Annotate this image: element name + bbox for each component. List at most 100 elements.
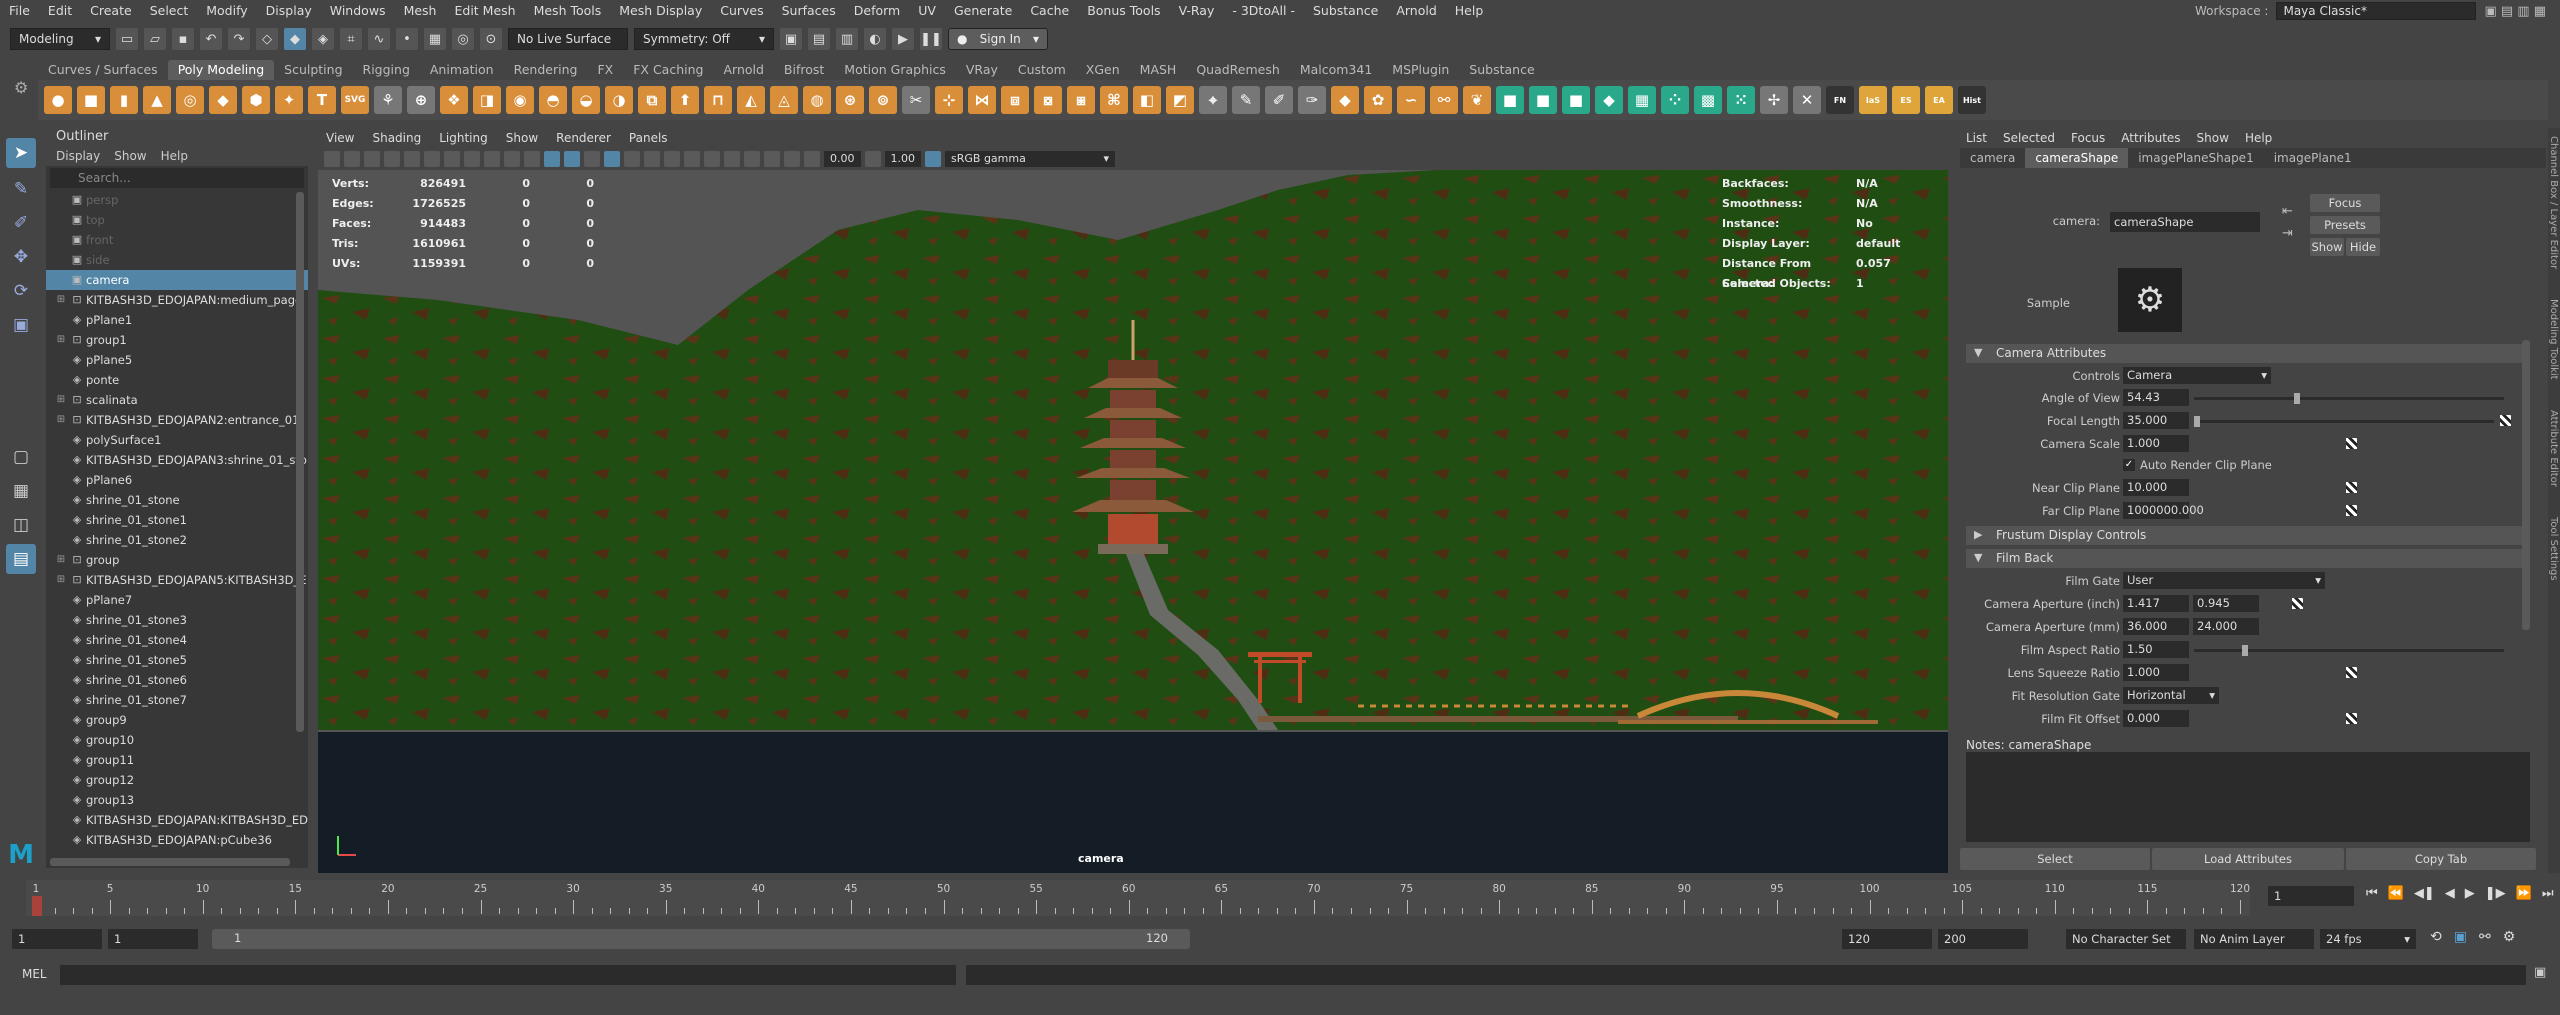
lasso-tool-icon[interactable]: ✎ — [6, 174, 36, 204]
outliner-row[interactable]: ▣ side — [46, 250, 308, 270]
menu-bonus-tools[interactable]: Bonus Tools — [1078, 0, 1169, 22]
film-gate-dropdown[interactable]: User ▾ — [2123, 572, 2325, 589]
play-back-icon[interactable]: ◀ — [2445, 886, 2455, 901]
outliner-row[interactable]: ⊞ ⊡ KITBASH3D_EDOJAPAN5:KITBASH3D_E — [46, 570, 308, 590]
motion-blur-icon[interactable] — [684, 151, 700, 167]
poly-sphere-icon[interactable]: ● — [44, 86, 72, 114]
outliner-row[interactable]: ◈ group9 — [46, 710, 308, 730]
aov-slider-knob[interactable] — [2294, 393, 2300, 404]
frustum-header[interactable]: Frustum Display Controls — [1966, 526, 2526, 545]
map-button-icon[interactable] — [2346, 667, 2357, 678]
collapse-arrow-icon[interactable]: ▼ — [1974, 346, 1982, 359]
bevel-icon[interactable]: ◭ — [737, 86, 765, 114]
aov-slider[interactable] — [2194, 393, 2504, 404]
expand-icon[interactable]: ⊞ — [54, 390, 68, 410]
select-component-icon[interactable]: ◈ — [312, 28, 334, 50]
shelf-tab-vray[interactable]: VRay — [956, 60, 1008, 80]
outliner-menu-show[interactable]: Show — [114, 146, 146, 166]
menu-mesh-display[interactable]: Mesh Display — [610, 0, 711, 22]
shelf-tab-poly-modeling[interactable]: Poly Modeling — [167, 60, 275, 80]
shelf-tab-rigging[interactable]: Rigging — [353, 60, 420, 80]
outliner-row[interactable]: ◈ group11 — [46, 750, 308, 770]
multicut-icon[interactable]: ✂ — [902, 86, 930, 114]
select-object-icon[interactable]: ◆ — [284, 28, 306, 50]
outliner-row[interactable]: ⊞ ⊡ scalinata — [46, 390, 308, 410]
poly-type-icon[interactable]: T — [308, 86, 336, 114]
expand-icon[interactable]: ⊞ — [54, 410, 68, 430]
outliner-row[interactable]: ◈ shrine_01_stone2 — [46, 530, 308, 550]
exposure-field[interactable]: 0.00 — [824, 151, 861, 167]
cross-icon[interactable]: ✕ — [1793, 86, 1821, 114]
isolate-icon[interactable] — [744, 151, 760, 167]
menu-cache[interactable]: Cache — [1021, 0, 1078, 22]
xray-joints-icon[interactable] — [784, 151, 800, 167]
menu-generate[interactable]: Generate — [945, 0, 1021, 22]
outliner-row[interactable]: ▣ camera — [46, 270, 308, 290]
fps-dropdown[interactable]: 24 fps ▾ — [2320, 929, 2416, 949]
aperture-mm-x-field[interactable]: 36.000 — [2123, 618, 2189, 635]
boolean-union-icon[interactable]: ◓ — [539, 86, 567, 114]
film-back-header[interactable]: Film Back — [1966, 549, 2526, 568]
ias-folder-icon[interactable]: IaS — [1859, 86, 1887, 114]
menu-windows[interactable]: Windows — [321, 0, 395, 22]
move-tool-icon[interactable]: ✥ — [6, 242, 36, 272]
sign-in-button[interactable]: ● Sign In ▾ — [948, 28, 1048, 50]
shelf-settings-icon[interactable]: ⚙ — [14, 78, 28, 97]
time-ruler[interactable]: 1 5 10 15 20 25 30 35 40 45 50 55 60 65 70 75 80 85 90 95 10… — [26, 880, 2250, 916]
viewport-menu-show[interactable]: Show — [506, 128, 538, 148]
shelf-tab-malcom341[interactable]: Malcom341 — [1290, 60, 1382, 80]
poly-torus-icon[interactable]: ◎ — [176, 86, 204, 114]
shelf-tab-fx[interactable]: FX — [587, 60, 623, 80]
wireframe-icon[interactable] — [544, 151, 560, 167]
side-pane-icon[interactable]: ◫ — [6, 510, 36, 540]
exposure-icon[interactable] — [804, 151, 820, 167]
menu-arnold[interactable]: Arnold — [1387, 0, 1445, 22]
redo-icon[interactable]: ↷ — [228, 28, 250, 50]
poly-cylinder-icon[interactable]: ▮ — [110, 86, 138, 114]
aov-field[interactable]: 54.43 — [2123, 389, 2189, 406]
outliner-row[interactable]: ◈ pPlane5 — [46, 350, 308, 370]
save-scene-icon[interactable]: ▪ — [172, 28, 194, 50]
insert-loop-icon[interactable]: ⧆ — [1067, 86, 1095, 114]
focal-length-slider-knob[interactable] — [2194, 416, 2200, 427]
outliner-row[interactable]: ◈ shrine_01_stone4 — [46, 630, 308, 650]
outliner-row[interactable]: ◈ shrine_01_stone — [46, 490, 308, 510]
extrude-icon[interactable]: ⬆ — [671, 86, 699, 114]
connect-icon[interactable]: ⋈ — [968, 86, 996, 114]
outliner-row[interactable]: ◈ KITBASH3D_EDOJAPAN3:shrine_01_sto — [46, 450, 308, 470]
default-material-icon[interactable] — [584, 151, 600, 167]
expand-icon[interactable]: ⊞ — [54, 290, 68, 310]
menu-mesh-tools[interactable]: Mesh Tools — [525, 0, 611, 22]
outliner-row[interactable]: ⊞ ⊡ KITBASH3D_EDOJAPAN2:entrance_01 — [46, 410, 308, 430]
outliner-row[interactable]: ◈ shrine_01_stone5 — [46, 650, 308, 670]
platonic-icon[interactable]: ✦ — [275, 86, 303, 114]
outliner-row[interactable]: ▣ persp — [46, 190, 308, 210]
hist-icon[interactable]: Hist — [1958, 86, 1986, 114]
single-pane-icon[interactable]: ▢ — [6, 442, 36, 472]
map-button-icon[interactable] — [2346, 482, 2357, 493]
aperture-inch-x-field[interactable]: 1.417 — [2123, 595, 2189, 612]
attr-tab-camerashape[interactable]: cameraShape — [2025, 148, 2129, 168]
map-button-icon[interactable] — [2500, 415, 2511, 426]
rotate-tool-icon[interactable]: ⟳ — [6, 276, 36, 306]
attr-menu-selected[interactable]: Selected — [2003, 128, 2055, 148]
vray-pause-icon[interactable]: ❚❚ — [920, 28, 942, 50]
character-set-field[interactable]: No Character Set — [2066, 929, 2186, 949]
live-surface-field[interactable]: No Live Surface — [508, 28, 628, 50]
target-weld-icon[interactable]: ⊹ — [935, 86, 963, 114]
prefs-icon[interactable]: ⚙ — [2503, 929, 2516, 945]
layout-icon[interactable]: ▣ ▤ ▥ ▦ — [2484, 4, 2546, 19]
camera-attr-icon[interactable] — [344, 151, 360, 167]
smooth-shade-icon[interactable] — [564, 151, 580, 167]
outliner-row[interactable]: ◈ pPlane1 — [46, 310, 308, 330]
attr-menu-help[interactable]: Help — [2245, 128, 2272, 148]
shelf-tab-rendering[interactable]: Rendering — [504, 60, 588, 80]
side-tab-attribute-editor[interactable]: Attribute Editor — [2548, 410, 2559, 487]
grid-icon[interactable] — [404, 151, 420, 167]
expand-arrow-icon[interactable]: ▶ — [1974, 528, 1982, 541]
menu-uv[interactable]: UV — [909, 0, 945, 22]
anti-alias-icon[interactable] — [704, 151, 720, 167]
menu-help[interactable]: Help — [1446, 0, 1493, 22]
menu-select[interactable]: Select — [141, 0, 198, 22]
svg-icon[interactable]: SVG — [341, 86, 369, 114]
